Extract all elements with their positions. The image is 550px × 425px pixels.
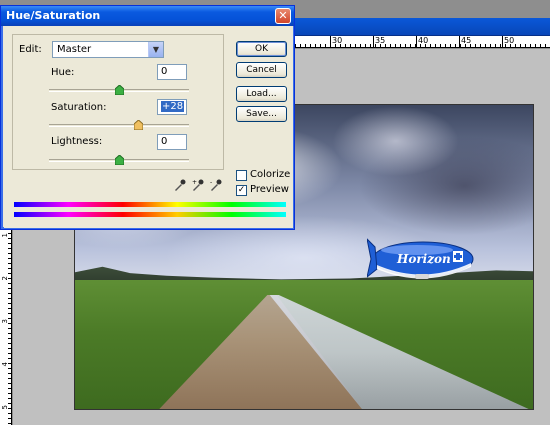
ruler-label: 4 xyxy=(1,362,9,367)
preview-label: Preview xyxy=(250,184,289,195)
edit-channel-value: Master xyxy=(57,44,92,55)
adjustment-group: Edit: Master ▼ Hue: 0 Saturation: +28 Li… xyxy=(12,34,224,170)
ruler-label: 30 xyxy=(332,36,343,45)
hue-saturation-dialog: Hue/Saturation ✕ Edit: Master ▼ Hue: 0 S… xyxy=(0,5,295,230)
eyedropper-minus-icon[interactable]: - xyxy=(210,179,222,191)
edit-channel-select[interactable]: Master ▼ xyxy=(52,41,164,58)
colorize-checkbox[interactable] xyxy=(236,170,247,181)
ruler-label: 40 xyxy=(418,36,429,45)
saturation-slider-track[interactable] xyxy=(49,124,189,127)
ruler-label: 5 xyxy=(1,405,9,410)
eyedropper-icon[interactable] xyxy=(174,179,186,191)
hue-slider-thumb[interactable] xyxy=(114,85,124,95)
ruler-tick xyxy=(330,36,331,48)
preview-checkbox[interactable]: ✓ xyxy=(236,185,247,196)
ruler-tick xyxy=(459,36,460,48)
load-button[interactable]: Load... xyxy=(236,86,287,102)
edit-label: Edit: xyxy=(19,44,42,55)
dialog-titlebar[interactable]: Hue/Saturation xyxy=(1,6,294,26)
dialog-title: Hue/Saturation xyxy=(6,9,101,22)
lightness-label: Lightness: xyxy=(51,136,103,147)
hue-label: Hue: xyxy=(51,67,75,78)
cancel-button[interactable]: Cancel xyxy=(236,62,287,78)
ruler-tick xyxy=(373,36,374,48)
hue-value: 0 xyxy=(161,66,168,77)
cancel-label: Cancel xyxy=(246,65,277,75)
ruler-tick xyxy=(416,36,417,48)
close-icon: ✕ xyxy=(278,9,288,22)
ruler-label: 2 xyxy=(1,276,9,281)
saturation-label: Saturation: xyxy=(51,102,107,113)
ruler-label: 1 xyxy=(1,233,9,238)
ruler-label: 45 xyxy=(461,36,472,45)
dialog-body: Edit: Master ▼ Hue: 0 Saturation: +28 Li… xyxy=(4,26,293,228)
saturation-input[interactable]: +28 xyxy=(157,99,187,115)
lightness-slider-thumb[interactable] xyxy=(114,155,124,165)
svg-text:+: + xyxy=(192,179,197,186)
ok-button[interactable]: OK xyxy=(236,41,287,57)
save-label: Save... xyxy=(246,109,277,119)
ok-label: OK xyxy=(255,44,268,54)
output-color-spectrum[interactable] xyxy=(14,212,286,217)
eyedropper-plus-icon[interactable]: + xyxy=(192,179,204,191)
load-label: Load... xyxy=(246,89,277,99)
colorize-label: Colorize xyxy=(250,169,291,180)
saturation-value: +28 xyxy=(161,101,185,112)
lightness-input[interactable]: 0 xyxy=(157,134,187,150)
ruler-tick xyxy=(502,36,503,48)
chevron-down-icon[interactable]: ▼ xyxy=(148,42,163,57)
blimp-image: Horizon xyxy=(367,238,474,279)
svg-text:-: - xyxy=(210,179,212,186)
close-button[interactable]: ✕ xyxy=(275,8,291,24)
save-button[interactable]: Save... xyxy=(236,106,287,122)
hue-input[interactable]: 0 xyxy=(157,64,187,80)
document-window-titlebar[interactable] xyxy=(292,18,550,36)
ruler-label: 50 xyxy=(504,36,515,45)
blimp-text: Horizon xyxy=(396,252,451,266)
ruler-label: 3 xyxy=(1,319,9,324)
ruler-label: 35 xyxy=(375,36,386,45)
input-color-spectrum xyxy=(14,202,286,207)
lightness-value: 0 xyxy=(161,136,168,147)
saturation-slider-thumb[interactable] xyxy=(134,120,144,130)
